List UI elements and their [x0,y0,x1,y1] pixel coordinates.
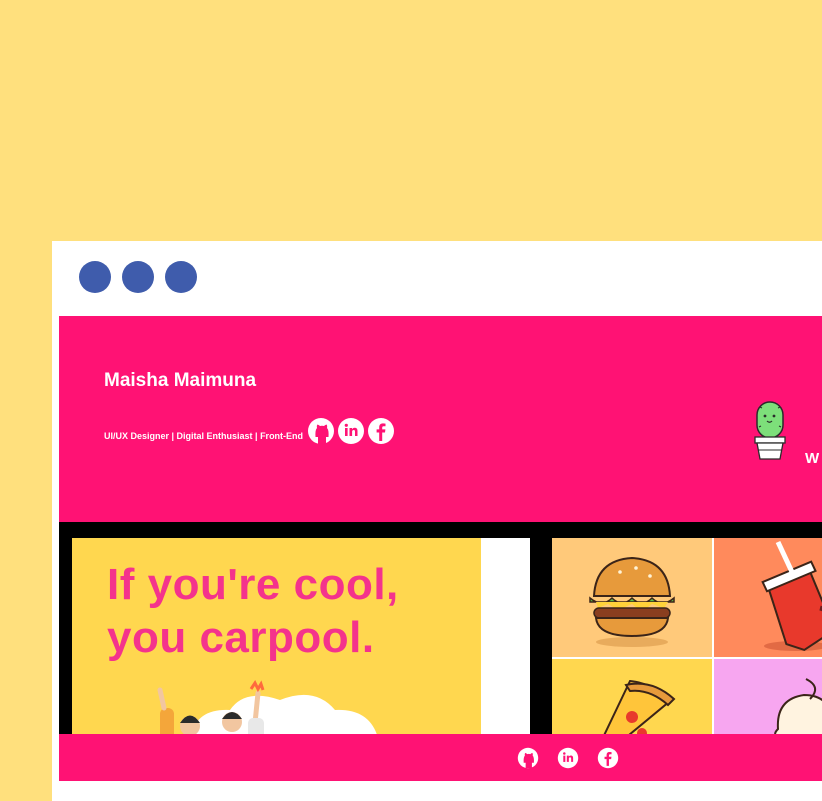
project-card-carpool[interactable]: If you're cool, you carpool. [72,538,530,734]
carpool-poster: If you're cool, you carpool. [72,538,481,734]
poster-headline-line-2: you carpool. [107,613,375,662]
window-dot-3[interactable] [165,261,197,293]
project-gallery: If you're cool, you carpool. [59,522,822,734]
github-icon[interactable] [307,417,335,445]
food-tile-pizza[interactable] [552,659,712,734]
profile-name: Maisha Maimuna [104,370,257,391]
linkedin-icon[interactable] [337,417,365,445]
facebook-icon[interactable] [597,747,619,769]
welcome-text: W [805,450,820,467]
site-footer [59,734,822,781]
site-header: Maisha Maimuna UI/UX Designer | Digital … [59,316,822,522]
food-tile-burger[interactable] [552,538,712,657]
ice-cream-icon [714,659,822,734]
linkedin-icon[interactable] [557,747,579,769]
header-social-links [307,417,395,445]
window-dot-1[interactable] [79,261,111,293]
poster-headline-line-1: If you're cool, [107,560,399,609]
pizza-slice-icon [552,659,712,734]
tagline-row: UI/UX Designer | Digital Enthusiast | Fr… [104,417,395,445]
food-tile-soda[interactable] [714,538,822,657]
footer-social-links [517,747,619,769]
carpool-illustration [157,680,377,734]
browser-window: Maisha Maimuna UI/UX Designer | Digital … [52,241,822,801]
facebook-icon[interactable] [367,417,395,445]
soda-cup-icon [714,538,822,657]
cactus-icon [754,401,786,460]
window-controls [79,261,197,293]
github-icon[interactable] [517,747,539,769]
window-dot-2[interactable] [122,261,154,293]
burger-icon [552,538,712,657]
tagline: UI/UX Designer | Digital Enthusiast | Fr… [104,431,304,441]
food-tile-icecream[interactable] [714,659,822,734]
food-illustration-grid [552,538,822,734]
